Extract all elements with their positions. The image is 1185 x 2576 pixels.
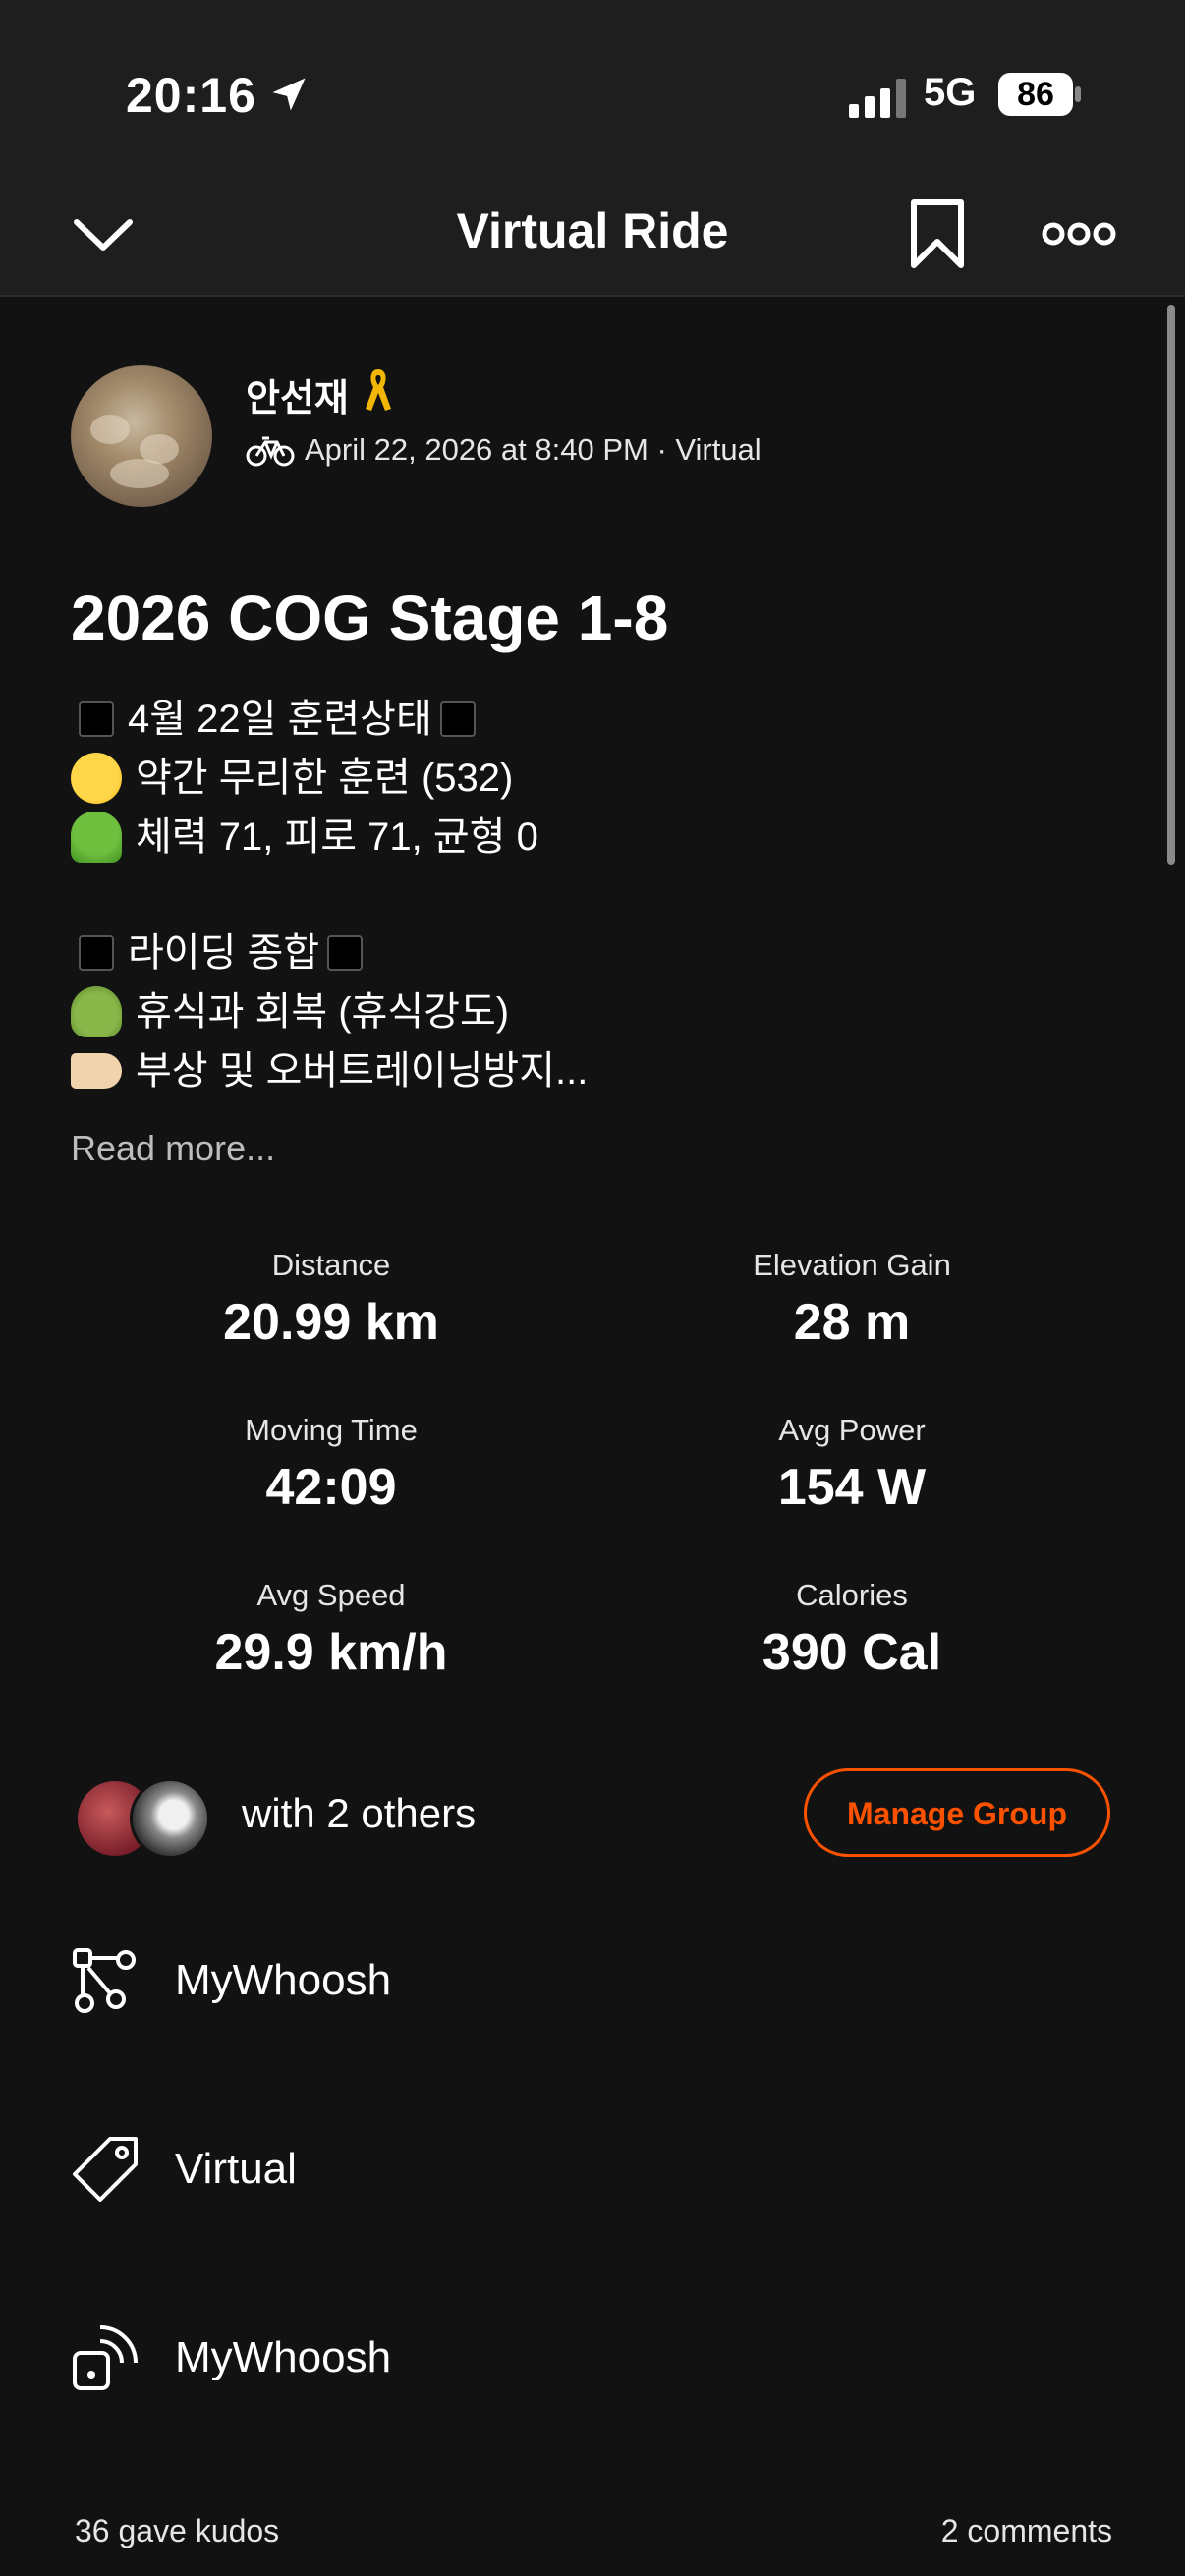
activity-title: 2026 COG Stage 1-8	[71, 583, 669, 653]
athlete-name[interactable]: 안선재	[246, 367, 349, 421]
activity-description: 4월 22일 훈련상태 약간 무리한 훈련 (532) 체력 71, 피로 71…	[71, 690, 588, 1100]
sweat-smile-emoji-icon	[71, 753, 122, 804]
group-with-text[interactable]: with 2 others	[242, 1790, 476, 1837]
kudos-count[interactable]: 36 gave kudos	[75, 2513, 279, 2548]
device-sync-icon	[73, 2325, 138, 2390]
stat-moving-time: Moving Time 42:09	[245, 1413, 418, 1516]
yellow-ribbon-icon	[366, 369, 391, 411]
status-time: 20:16	[126, 68, 256, 123]
manage-group-button[interactable]: Manage Group	[804, 1768, 1110, 1857]
tree-emoji-icon	[71, 812, 122, 863]
detail-row-tag[interactable]: Virtual	[71, 2120, 1116, 2218]
battery-level: 86	[998, 73, 1073, 116]
bookmark-icon[interactable]	[906, 198, 969, 269]
nav-bar: Virtual Ride	[0, 177, 1185, 297]
status-bar: 20:16 5G 86	[0, 0, 1185, 177]
black-square-icon	[79, 701, 114, 737]
social-footer: 36 gave kudos 2 comments	[75, 2513, 1112, 2549]
group-row: with 2 others Manage Group	[71, 1768, 1116, 1859]
scrollbar[interactable]	[1167, 305, 1175, 865]
label-tag-emoji-icon	[71, 1053, 122, 1089]
tag-icon	[73, 2137, 138, 2202]
black-square-icon	[79, 935, 114, 971]
stat-elevation-gain: Elevation Gain 28 m	[753, 1248, 951, 1351]
stat-avg-speed: Avg Speed 29.9 km/h	[214, 1578, 448, 1681]
network-type: 5G	[924, 71, 977, 114]
page-title: Virtual Ride	[456, 203, 729, 258]
battery-icon: 86	[998, 73, 1081, 116]
bike-icon	[246, 436, 295, 467]
comments-count[interactable]: 2 comments	[941, 2513, 1112, 2549]
black-square-icon	[327, 935, 364, 971]
description-line: 4월 22일 훈련상태	[71, 690, 588, 749]
activity-date: April 22, 2026 at 8:40 PM · Virtual	[305, 432, 762, 467]
turtle-emoji-icon	[71, 986, 122, 1037]
avatar[interactable]	[71, 365, 212, 507]
detail-label: Virtual	[175, 2145, 297, 2193]
stat-calories: Calories 390 Cal	[762, 1578, 942, 1681]
cellular-signal-icon	[849, 79, 906, 118]
stat-distance: Distance 20.99 km	[223, 1248, 439, 1351]
location-arrow-icon	[272, 78, 306, 111]
stat-avg-power: Avg Power 154 W	[777, 1413, 927, 1516]
read-more-link[interactable]: Read more...	[71, 1128, 275, 1169]
group-member-avatar[interactable]	[130, 1778, 210, 1859]
black-square-icon	[439, 701, 476, 737]
detail-row-device[interactable]: MyWhoosh	[71, 2309, 1116, 2407]
activity-meta: April 22, 2026 at 8:40 PM · Virtual	[246, 432, 762, 468]
description-line: 휴식과 회복 (휴식강도)	[71, 982, 588, 1041]
detail-label: MyWhoosh	[175, 2333, 392, 2381]
detail-row-route[interactable]: MyWhoosh	[71, 1932, 1116, 2030]
detail-label: MyWhoosh	[175, 1956, 392, 2004]
description-line: 부상 및 오버트레이닝방지...	[71, 1041, 588, 1100]
route-icon	[73, 1948, 136, 2013]
description-line: 체력 71, 피로 71, 균형 0	[71, 808, 588, 867]
description-line: 라이딩 종합	[71, 924, 588, 982]
more-options-icon[interactable]	[1042, 214, 1116, 253]
description-line: 약간 무리한 훈련 (532)	[71, 749, 588, 808]
